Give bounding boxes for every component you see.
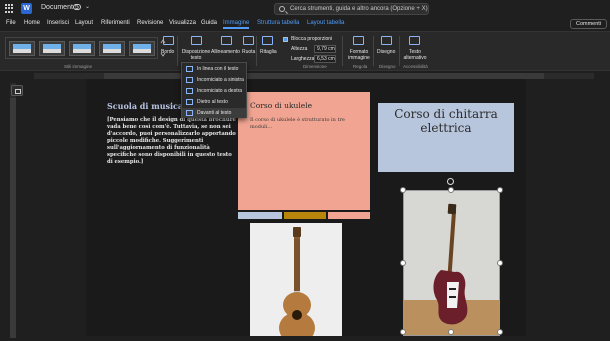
border-icon xyxy=(163,36,174,45)
tab-guida[interactable]: Guida xyxy=(201,20,217,26)
resize-handle-nw[interactable] xyxy=(400,187,406,193)
resize-handle-sw[interactable] xyxy=(400,329,406,335)
bordo-button[interactable]: Bordo xyxy=(161,49,174,55)
ribbon: Stili immagine Bordo Disposizione testo … xyxy=(0,31,610,71)
ribbon-tabs: File Home Inserisci Layout Riferimenti R… xyxy=(0,18,610,31)
wrap-text-menu: In linea con il testo Incorniciato a sin… xyxy=(181,62,247,118)
tab-layout[interactable]: Layout xyxy=(75,20,93,26)
layout-options-icon[interactable] xyxy=(11,85,23,96)
group-label-disegno: Disegno xyxy=(379,64,396,69)
group-label-stili: Stili immagine xyxy=(64,64,93,69)
ritaglia-button[interactable]: Ritaglia xyxy=(260,49,277,55)
resize-handle-se[interactable] xyxy=(497,329,503,335)
ukulele-image[interactable] xyxy=(250,223,342,341)
tab-struttura-tabella[interactable]: Struttura tabella xyxy=(257,20,299,26)
format-picture-icon xyxy=(353,36,364,45)
resize-handle-n[interactable] xyxy=(448,187,454,193)
swatch-salmon xyxy=(328,212,370,219)
tab-riferimenti[interactable]: Riferimenti xyxy=(101,20,130,26)
ukulele-title[interactable]: Corso di ukulele xyxy=(250,101,312,110)
disposizione-testo-button[interactable]: Disposizione testo xyxy=(181,49,211,61)
tab-revisione[interactable]: Revisione xyxy=(137,20,163,26)
picture-style-5[interactable] xyxy=(129,41,155,56)
align-icon xyxy=(221,36,232,45)
blocca-proporzioni-label: Blocca proporzioni xyxy=(291,36,333,42)
group-label-accessibilita: Accessibilità xyxy=(403,64,428,69)
comments-button[interactable]: Commenti xyxy=(570,19,607,29)
vertical-ruler[interactable] xyxy=(10,83,16,338)
word-logo-icon: W xyxy=(21,3,32,14)
tab-immagine[interactable]: Immagine xyxy=(223,20,250,29)
search-placeholder: Cerca strumenti, guida e altro ancora (O… xyxy=(290,6,428,12)
ribbon-separator xyxy=(399,36,400,66)
larghezza-label: Larghezza xyxy=(291,56,315,62)
rotation-handle[interactable] xyxy=(447,178,454,185)
group-label-regola: Regola xyxy=(353,64,368,69)
wrap-text-icon xyxy=(191,36,202,45)
resize-handle-ne[interactable] xyxy=(497,187,503,193)
rotate-icon xyxy=(243,36,254,45)
crop-icon xyxy=(262,36,273,45)
ukulele-description[interactable]: Il corso di ukulele è strutturato in tre… xyxy=(250,117,360,131)
selection-frame xyxy=(403,190,500,336)
allineamento-button[interactable]: Allineamento xyxy=(211,49,240,55)
menu-item-davanti-testo[interactable]: Davanti al testo xyxy=(182,108,246,118)
ribbon-separator xyxy=(373,36,374,66)
wrap-inline-icon xyxy=(186,66,193,72)
menu-item-incorniciato-destra[interactable]: Incorniciato a destra xyxy=(182,86,246,96)
tab-layout-tabella[interactable]: Layout tabella xyxy=(307,20,344,26)
tab-file[interactable]: File xyxy=(6,20,16,26)
ruota-button[interactable]: Ruota xyxy=(242,49,255,55)
picture-style-3[interactable] xyxy=(69,41,95,56)
wrap-right-icon xyxy=(186,88,193,94)
scuola-description[interactable]: [Pensiamo che il design di questa brochu… xyxy=(107,117,237,166)
ribbon-separator xyxy=(256,36,257,66)
picture-style-1[interactable] xyxy=(9,41,35,56)
app-launcher-icon[interactable] xyxy=(5,4,14,13)
swatch-blue xyxy=(238,212,282,219)
altezza-label: Altezza xyxy=(291,46,308,52)
ribbon-separator xyxy=(177,36,178,66)
tab-inserisci[interactable]: Inserisci xyxy=(47,20,69,26)
wrap-behind-icon xyxy=(186,99,193,105)
group-label-dimensione: Dimensione xyxy=(303,64,327,69)
ribbon-separator xyxy=(342,36,343,66)
wrap-front-icon xyxy=(186,110,193,116)
menu-item-dietro-testo[interactable]: Dietro al testo xyxy=(182,97,246,107)
larghezza-field[interactable]: 6,53 cm xyxy=(314,55,336,63)
resize-handle-e[interactable] xyxy=(497,260,503,266)
swatch-gold xyxy=(284,212,326,219)
resize-handle-s[interactable] xyxy=(448,329,454,335)
picture-styles-gallery xyxy=(5,37,158,59)
blocca-proporzioni-checkbox[interactable] xyxy=(283,37,288,42)
formato-immagine-button[interactable]: Formato immagine xyxy=(346,49,372,61)
menu-item-incorniciato-sinistra[interactable]: Incorniciato a sinistra xyxy=(182,75,246,85)
search-icon xyxy=(279,6,285,12)
testo-alternativo-button[interactable]: Testo alternativo xyxy=(402,49,428,61)
alt-text-icon xyxy=(409,36,420,45)
wrap-left-icon xyxy=(186,77,193,83)
chitarra-title[interactable]: Corso di chitarra elettrica xyxy=(378,107,514,135)
cloud-saved-icon xyxy=(73,4,81,10)
search-input[interactable]: Cerca strumenti, guida e altro ancora (O… xyxy=(274,3,429,15)
disegno-button[interactable]: Disegno xyxy=(377,49,395,55)
menu-item-in-linea[interactable]: In linea con il testo xyxy=(182,64,246,74)
resize-handle-w[interactable] xyxy=(400,260,406,266)
altezza-field[interactable]: 9,79 cm xyxy=(314,45,336,53)
picture-style-2[interactable] xyxy=(39,41,65,56)
draw-icon xyxy=(381,36,392,45)
title-bar: W Document 5 ⌄ Cerca strumenti, guida e … xyxy=(0,0,610,18)
tab-visualizza[interactable]: Visualizza xyxy=(169,20,196,26)
chevron-down-icon[interactable]: ⌄ xyxy=(85,3,90,10)
picture-style-4[interactable] xyxy=(99,41,125,56)
tab-home[interactable]: Home xyxy=(24,20,40,26)
